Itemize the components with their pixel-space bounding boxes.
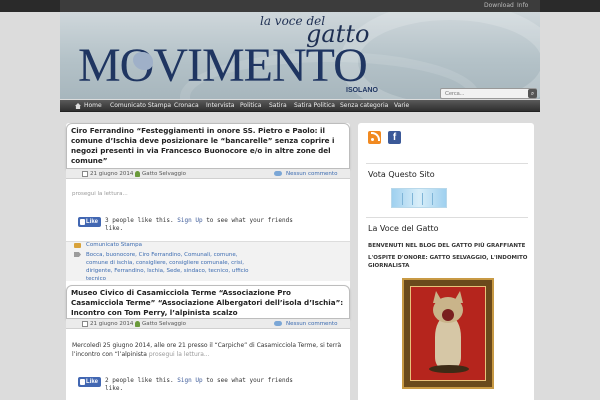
island-map-icon (133, 52, 153, 70)
top-bar: Download Info (0, 0, 600, 12)
rss-icon[interactable] (368, 131, 381, 144)
info-link[interactable]: Info (517, 2, 528, 9)
facebook-like-widget: Like 2 people like this. Sign Up to see … (78, 377, 348, 395)
facebook-like-button[interactable]: Like (78, 217, 101, 227)
post-meta: 21 giugno 2014 Gatto Selvaggio Nessun co… (66, 319, 350, 329)
post-category[interactable]: Comunicato Stampa (86, 242, 142, 248)
site-logo[interactable]: MOVIMENTO (78, 38, 368, 94)
sidebar: f Vota Questo Sito La Voce del Gatto BEN… (358, 123, 534, 400)
thumbs-up-icon (80, 219, 85, 225)
post-date: 21 giugno 2014 (90, 171, 134, 177)
cat-picture (402, 278, 494, 389)
thumbs-up-icon (80, 379, 85, 385)
post-title[interactable]: Ciro Ferrandino “Festeggiamenti in onore… (66, 123, 350, 169)
sign-up-link[interactable]: Sign Up (177, 217, 202, 224)
folder-icon (74, 243, 81, 248)
top-links-bar: Download Info (60, 0, 540, 12)
like-count-text: 2 people like this. Sign Up to see what … (105, 377, 305, 393)
site-header: la voce del gatto MOVIMENTO ISOLANO ⌕ (60, 12, 540, 99)
cat-picture-canvas (410, 286, 486, 381)
calendar-icon (82, 321, 88, 327)
comments-link[interactable]: Nessun commento (286, 171, 337, 177)
divider (366, 163, 528, 164)
nav-item-comunicato-stampa[interactable]: Comunicato Stampa (110, 102, 171, 109)
vote-title: Vota Questo Sito (368, 170, 435, 179)
voice-title: La Voce del Gatto (368, 224, 439, 233)
comment-bubble-icon (274, 171, 282, 176)
like-count-text: 3 people like this. Sign Up to see what … (105, 217, 305, 233)
like-count: 2 people like this. (105, 377, 174, 384)
search-icon: ⌕ (530, 90, 535, 97)
read-more-link[interactable]: prosegui la lettura... (149, 351, 210, 358)
facebook-icon[interactable]: f (388, 131, 401, 144)
user-icon (135, 321, 140, 327)
nav-item-satira[interactable]: Satira (269, 102, 287, 109)
facebook-like-button[interactable]: Like (78, 377, 101, 387)
facebook-like-widget: Like 3 people like this. Sign Up to see … (78, 217, 348, 235)
download-link[interactable]: Download (484, 2, 514, 9)
nav-item-satira-politica[interactable]: Satira Politica (294, 102, 335, 109)
comment-bubble-icon (274, 321, 282, 326)
like-label: Like (86, 219, 99, 225)
calendar-icon (82, 171, 88, 177)
post-tags[interactable]: Bocca, buonocore, Ciro Ferrandino, Comun… (86, 251, 256, 283)
main-nav: Home Comunicato Stampa Cronaca Intervist… (60, 100, 540, 112)
search-button[interactable]: ⌕ (528, 89, 537, 98)
tag-icon (74, 252, 81, 257)
like-count: 3 people like this. (105, 217, 174, 224)
nav-item-varie[interactable]: Varie (394, 102, 409, 109)
read-more-link[interactable]: prosegui la lettura... (72, 191, 128, 197)
search-input[interactable] (440, 88, 537, 99)
post-meta: 21 giugno 2014 Gatto Selvaggio Nessun co… (66, 169, 350, 179)
nav-item-politica[interactable]: Politica (240, 102, 261, 109)
guest-text: L'OSPITE D'ONORE: GATTO SELVAGGIO, L'IND… (368, 255, 528, 269)
main-content: Ciro Ferrandino “Festeggiamenti in onore… (66, 123, 350, 400)
divider (366, 217, 528, 218)
post-excerpt: Mercoledì 25 giugno 2014, alle ore 21 pr… (72, 341, 342, 359)
logo-subtitle: ISOLANO (346, 87, 378, 94)
comments-link[interactable]: Nessun commento (286, 321, 337, 327)
post-taxonomy: Comunicato Stampa Bocca, buonocore, Ciro… (66, 241, 350, 283)
nav-item-senza-categoria[interactable]: Senza categoria (340, 102, 388, 109)
post-date: 21 giugno 2014 (90, 321, 134, 327)
sign-up-link[interactable]: Sign Up (177, 377, 202, 384)
vote-banner[interactable] (391, 188, 447, 208)
post-title[interactable]: Museo Civico di Casamicciola Terme “Asso… (66, 285, 350, 319)
welcome-text: BENVENUTI NEL BLOG DEL GATTO PIÙ GRAFFIA… (368, 243, 526, 249)
nav-item-home[interactable]: Home (84, 102, 102, 109)
like-label: Like (86, 379, 99, 385)
post-author[interactable]: Gatto Selvaggio (142, 321, 186, 327)
nav-item-cronaca[interactable]: Cronaca (174, 102, 199, 109)
home-icon[interactable] (75, 103, 81, 109)
user-icon (135, 171, 140, 177)
nav-item-intervista[interactable]: Intervista (206, 102, 234, 109)
post-author[interactable]: Gatto Selvaggio (142, 171, 186, 177)
